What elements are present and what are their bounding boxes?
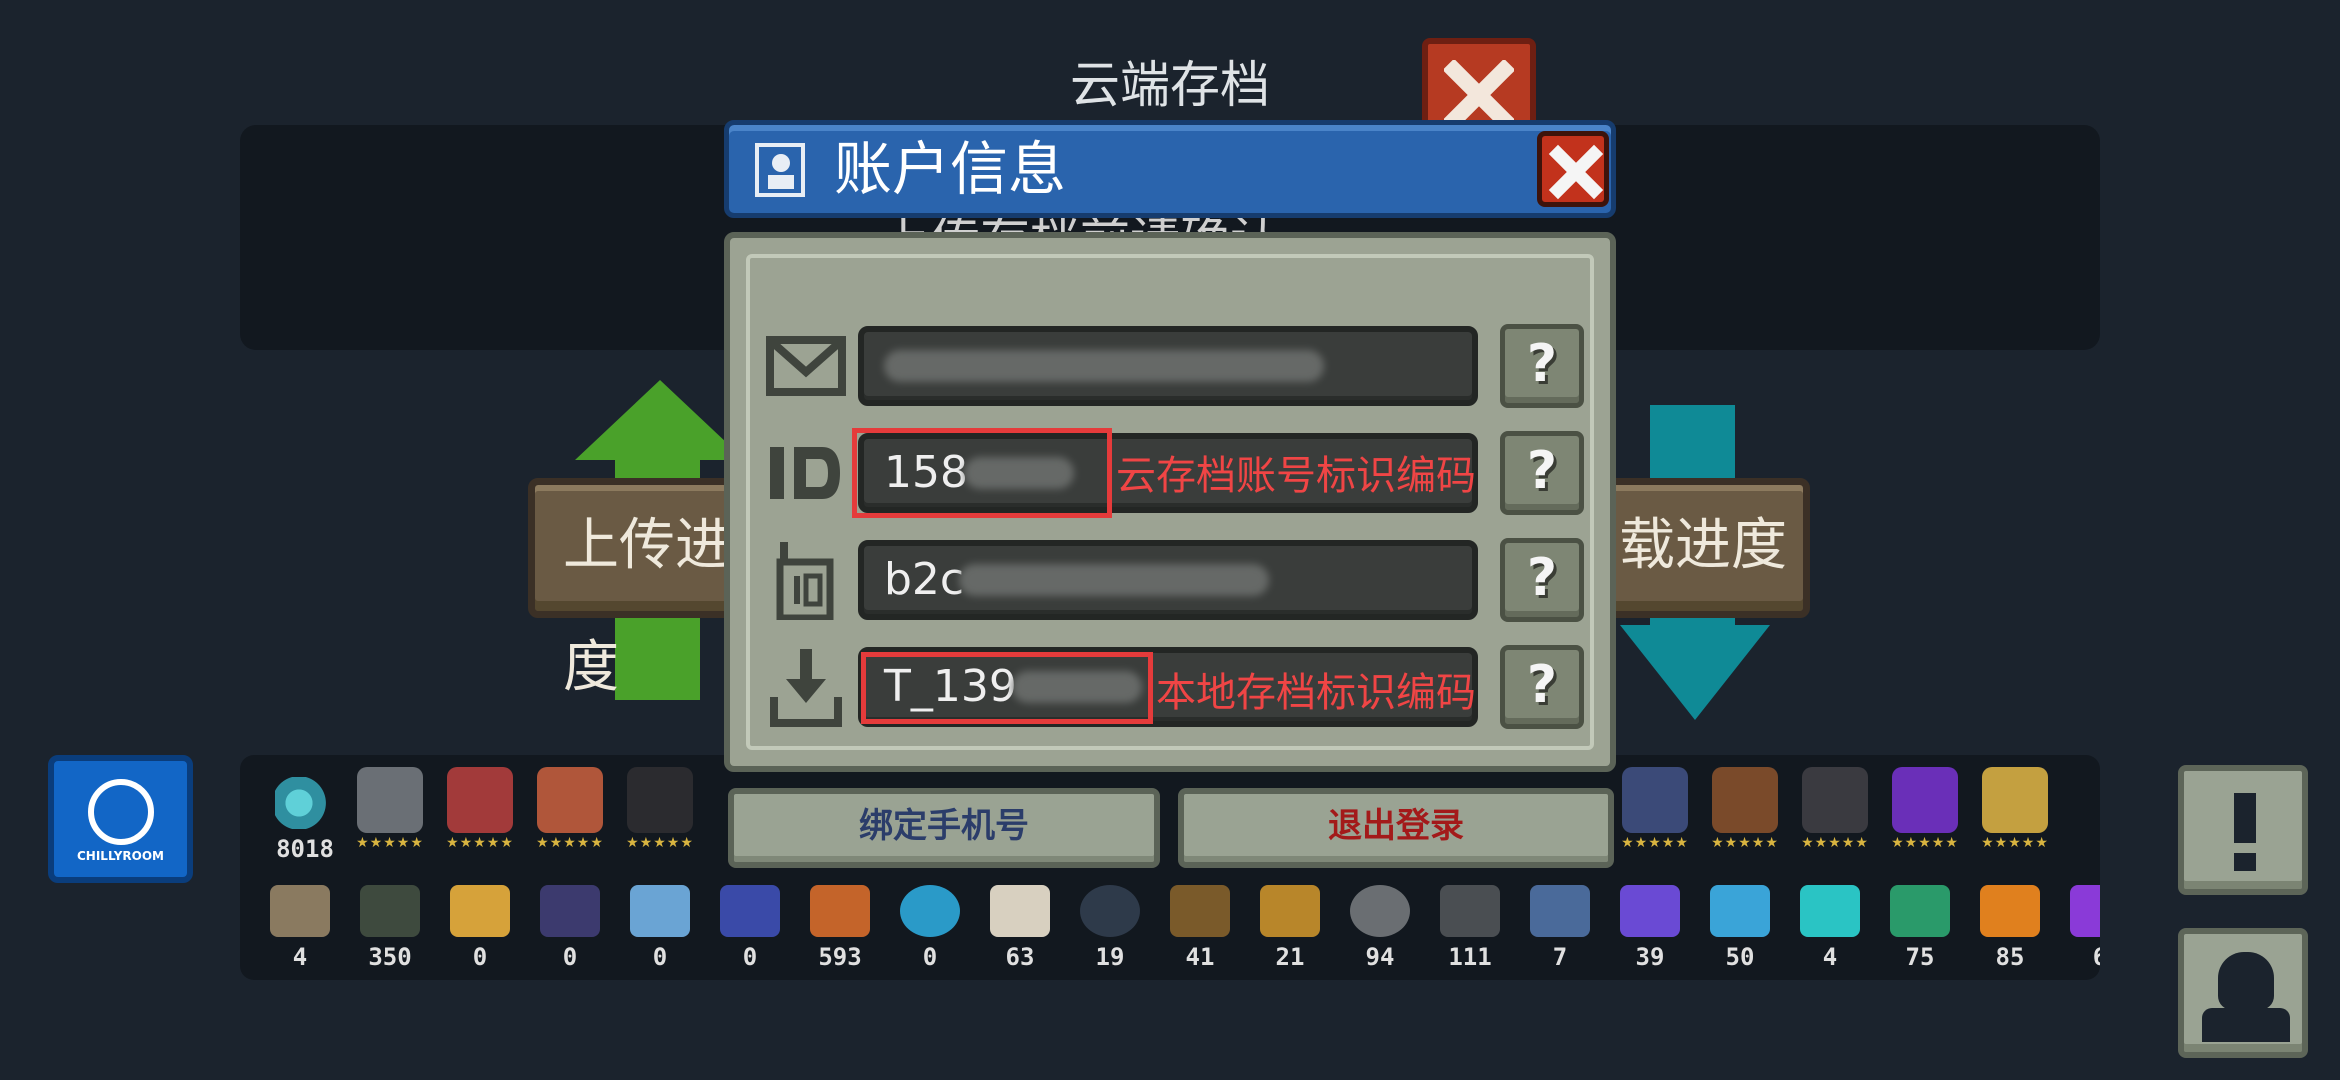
assassin-hero-icon [627, 767, 693, 833]
logout-button[interactable]: 退出登录 [1178, 788, 1614, 868]
exclamation-icon [2234, 793, 2256, 843]
device-id-field[interactable]: b2c [858, 540, 1478, 620]
profile-button[interactable] [2178, 928, 2308, 1058]
modal-close-button[interactable] [1537, 131, 1609, 207]
page-title: 云端存档 [1070, 56, 1270, 114]
iron-icon [1440, 885, 1500, 937]
hero-slot[interactable]: ★★★★★ [1700, 767, 1790, 851]
potion-icon [720, 885, 780, 937]
violet-star-icon [2070, 885, 2100, 937]
inventory-item: 19 [1065, 885, 1155, 971]
inventory-item: 0 [525, 885, 615, 971]
taoist-hero-icon [1802, 767, 1868, 833]
close-icon [1548, 144, 1604, 200]
inventory-item: 4 [1785, 885, 1875, 971]
modal-title: 账户信息 [834, 135, 1067, 203]
local-annotation: 本地存档标识编码 [1156, 670, 1476, 716]
device-help-button[interactable]: ? [1500, 538, 1584, 622]
redacted-value [884, 350, 1324, 382]
tome-icon [540, 885, 600, 937]
highlight-box [861, 652, 1153, 724]
device-icon [776, 542, 834, 620]
user-icon [2218, 952, 2274, 1010]
hero-slot[interactable]: ★★★★★ [525, 767, 615, 851]
hero-slot[interactable]: ★★★★★ [1880, 767, 1970, 851]
gem-coins-icon [275, 777, 335, 829]
local-help-button[interactable]: ? [1500, 645, 1584, 729]
inventory-item: 0 [705, 885, 795, 971]
inventory-item: 94 [1335, 885, 1425, 971]
email-help-button[interactable]: ? [1500, 324, 1584, 408]
account-info-header: 账户信息 [724, 120, 1616, 218]
knight-hero-icon [357, 767, 423, 833]
download-progress-button[interactable]: 载进度 [1595, 478, 1810, 618]
rogue-hero-icon [447, 767, 513, 833]
inventory-panel: 8018 ★★★★★ ★★★★★ ★★★★★ ★★★★★ ★★★★★ ★★★★★… [240, 755, 2100, 980]
green-star-icon [1890, 885, 1950, 937]
blue-star-icon [1710, 885, 1770, 937]
orb-icon [900, 885, 960, 937]
inventory-item: 75 [1875, 885, 1965, 971]
orange-star-icon [1980, 885, 2040, 937]
seed-bag-icon [360, 885, 420, 937]
inventory-item: 593 [795, 885, 885, 971]
redacted-value [959, 564, 1269, 596]
inventory-item: 8018 [260, 777, 350, 863]
inventory-item: 41 [1155, 885, 1245, 971]
inventory-item: 350 [345, 885, 435, 971]
hero-slot[interactable]: ★★★★★ [1970, 767, 2060, 851]
bind-phone-button[interactable]: 绑定手机号 [728, 788, 1160, 868]
highlight-box [852, 428, 1112, 518]
crystal-icon [630, 885, 690, 937]
engineer-hero-icon [1982, 767, 2048, 833]
wizard-hero-icon [537, 767, 603, 833]
inventory-item: 4 [255, 885, 345, 971]
id-help-button[interactable]: ? [1500, 431, 1584, 515]
cyan-star-icon [1800, 885, 1860, 937]
scroll-icon [450, 885, 510, 937]
inventory-item: 85 [1965, 885, 2055, 971]
notice-button[interactable] [2178, 765, 2308, 895]
download-save-icon [770, 649, 842, 727]
email-field[interactable] [858, 326, 1478, 406]
werewolf-hero-icon [1622, 767, 1688, 833]
hero-slot[interactable]: ★★★★★ [435, 767, 525, 851]
inventory-item: 0 [435, 885, 525, 971]
fish-icon [1260, 885, 1320, 937]
mail-icon [766, 336, 846, 396]
chillyroom-badge-button[interactable]: CHILLYROOM [48, 755, 193, 883]
inventory-item: 63 [975, 885, 1065, 971]
ore-icon [810, 885, 870, 937]
contact-book-icon [755, 143, 805, 197]
account-info-panel: ? 158 云存档账号标识编码 ? b2c ? T_139 本地存档标识编码 ? [724, 232, 1616, 772]
witch-hero-icon [1892, 767, 1958, 833]
inventory-item: 111 [1425, 885, 1515, 971]
chillyroom-logo-icon [88, 779, 154, 845]
hero-slot[interactable]: ★★★★★ [615, 767, 705, 851]
hero-slot[interactable]: ★★★★★ [345, 767, 435, 851]
sack-icon [990, 885, 1050, 937]
inventory-item: 7 [1515, 885, 1605, 971]
purple-star-icon [1620, 885, 1680, 937]
id-icon [770, 447, 840, 499]
feather-icon [1080, 885, 1140, 937]
inventory-item: 0 [615, 885, 705, 971]
inventory-item: 6 [2055, 885, 2100, 971]
id-annotation: 云存档账号标识编码 [1116, 453, 1476, 499]
horn-icon [1170, 885, 1230, 937]
fur-icon [270, 885, 330, 937]
inventory-item: 0 [885, 885, 975, 971]
cloth-icon [1530, 885, 1590, 937]
hero-slot[interactable]: ★★★★★ [1790, 767, 1880, 851]
gear-icon [1350, 885, 1410, 937]
inventory-item: 21 [1245, 885, 1335, 971]
cowboy-hero-icon [1712, 767, 1778, 833]
inventory-item: 50 [1695, 885, 1785, 971]
inventory-item: 39 [1605, 885, 1695, 971]
hero-slot[interactable]: ★★★★★ [1610, 767, 1700, 851]
